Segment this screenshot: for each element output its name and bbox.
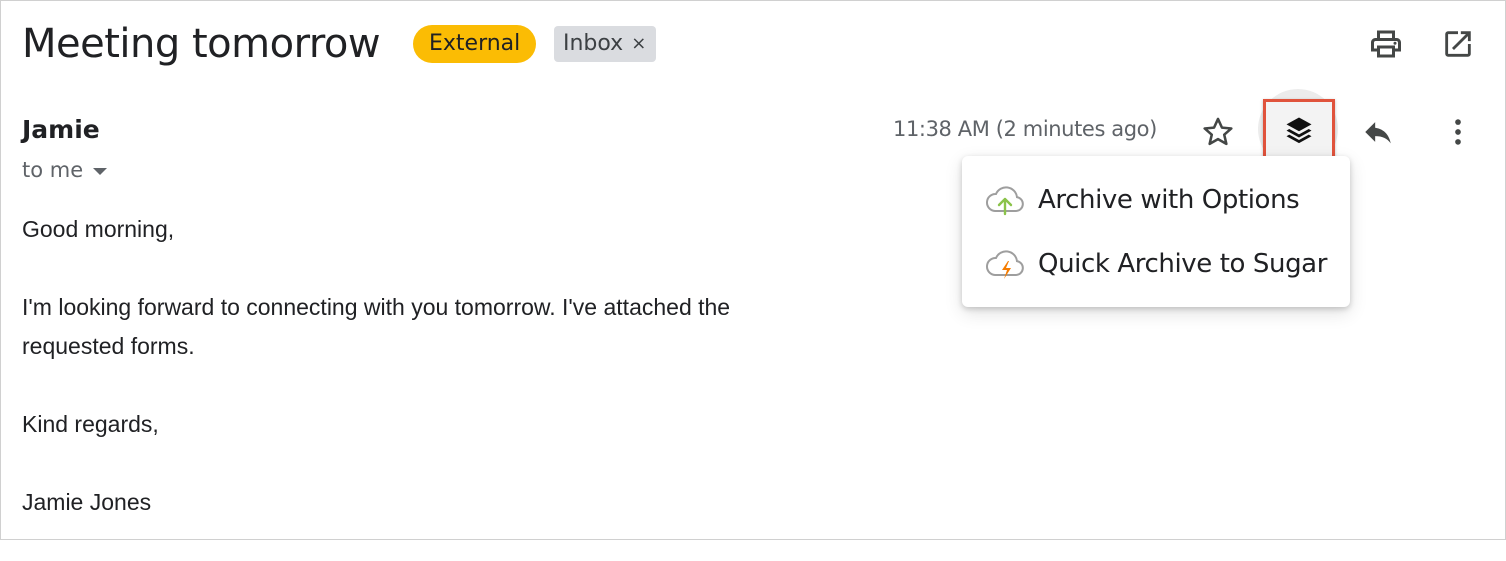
sugar-dropdown-menu: Archive with Options Quick Archive to Su… — [962, 156, 1350, 307]
menu-item-quick-archive[interactable]: Quick Archive to Sugar — [962, 234, 1350, 294]
email-subject: Meeting tomorrow — [22, 21, 381, 67]
remove-label-icon[interactable]: × — [631, 26, 646, 62]
body-paragraph-line: I'm looking forward to connecting with y… — [22, 294, 731, 320]
inbox-label-text: Inbox — [563, 31, 624, 56]
inbox-label-chip: Inbox × — [554, 26, 657, 62]
body-paragraph: I'm looking forward to connecting with y… — [22, 288, 862, 366]
menu-item-label: Archive with Options — [1038, 185, 1300, 215]
email-body: Good morning, I'm looking forward to con… — [22, 210, 862, 561]
star-icon[interactable] — [1196, 110, 1240, 154]
sugar-layers-icon — [1286, 117, 1312, 144]
menu-item-archive-with-options[interactable]: Archive with Options — [962, 170, 1350, 230]
body-closing: Kind regards, — [22, 411, 159, 437]
cloud-upload-icon — [986, 186, 1024, 216]
more-vert-icon[interactable] — [1436, 110, 1480, 154]
open-in-new-window-icon[interactable] — [1438, 24, 1478, 64]
body-paragraph-line: requested forms. — [22, 333, 195, 359]
email-timestamp: 11:38 AM (2 minutes ago) — [893, 117, 1157, 141]
reply-icon[interactable] — [1356, 110, 1400, 154]
sugar-layers-button[interactable] — [1263, 99, 1335, 161]
sender-name: Jamie — [22, 115, 100, 144]
caret-down-icon — [93, 167, 108, 175]
menu-item-label: Quick Archive to Sugar — [1038, 249, 1328, 279]
external-label-badge: External — [413, 25, 537, 63]
cloud-lightning-icon — [986, 250, 1024, 279]
recipient-text: to me — [22, 158, 84, 182]
print-icon[interactable] — [1366, 24, 1406, 64]
recipient-details-toggle[interactable]: to me — [22, 158, 108, 182]
body-greeting: Good morning, — [22, 216, 175, 242]
body-signature: Jamie Jones — [22, 489, 152, 515]
